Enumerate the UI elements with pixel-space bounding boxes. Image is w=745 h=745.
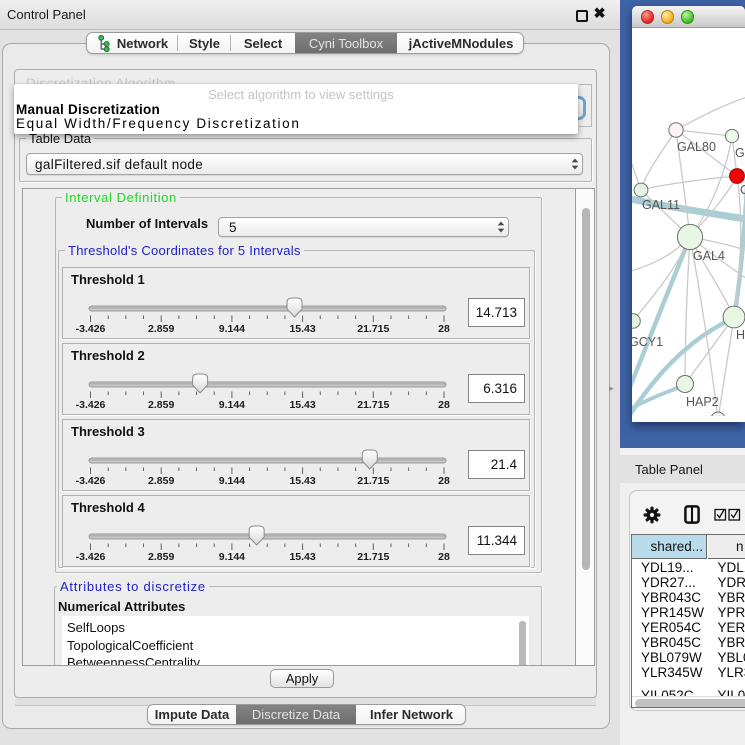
svg-text:C: C bbox=[740, 183, 745, 197]
svg-text:GAL11: GAL11 bbox=[642, 198, 680, 212]
svg-text:GAL4: GAL4 bbox=[693, 249, 725, 263]
svg-text:G.: G. bbox=[735, 146, 745, 160]
svg-text:GAL80: GAL80 bbox=[677, 140, 716, 154]
svg-text:GCY1: GCY1 bbox=[632, 335, 663, 349]
svg-text:HAP2: HAP2 bbox=[686, 395, 719, 409]
svg-text:H: H bbox=[736, 328, 745, 342]
